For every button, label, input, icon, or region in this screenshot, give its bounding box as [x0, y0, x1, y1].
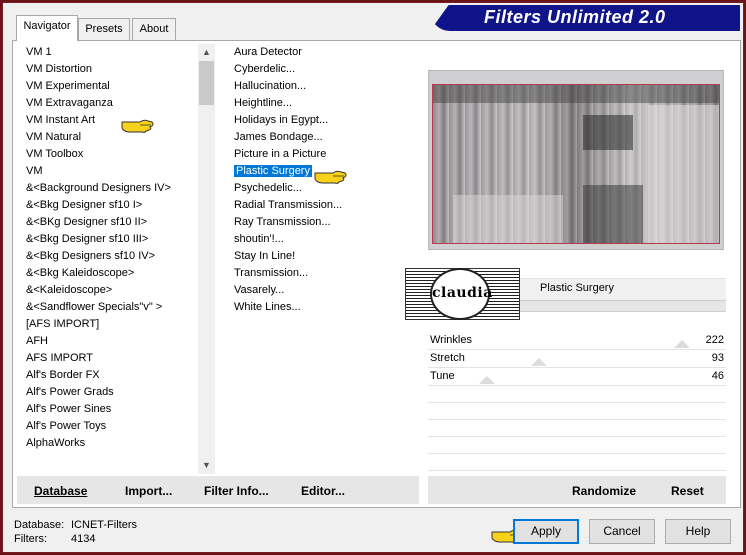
- empty-slider-row: [428, 386, 726, 403]
- filter-item[interactable]: White Lines...: [228, 299, 418, 316]
- category-item[interactable]: [AFS IMPORT]: [20, 316, 200, 333]
- tab-about[interactable]: About: [132, 18, 176, 40]
- slider-thumb[interactable]: [479, 376, 495, 384]
- pointing-hand-icon: [121, 119, 154, 133]
- filter-item[interactable]: Vasarely...: [228, 282, 418, 299]
- database-label: Database:: [14, 519, 65, 531]
- slider-value: 46: [711, 370, 724, 382]
- database-value: ICNET-Filters: [71, 519, 137, 531]
- slider-label: Stretch: [430, 352, 465, 364]
- category-item[interactable]: &<Bkg Designer sf10 I>: [20, 197, 200, 214]
- apply-button[interactable]: Apply: [513, 519, 579, 544]
- empty-slider-row: [428, 437, 726, 454]
- filter-item-label: Holidays in Egypt...: [234, 114, 329, 126]
- category-item[interactable]: VM Toolbox: [20, 146, 200, 163]
- category-item[interactable]: &<Background Designers IV>: [20, 180, 200, 197]
- category-item[interactable]: VM 1: [20, 44, 200, 61]
- scroll-up-icon[interactable]: ▲: [198, 44, 215, 61]
- category-item[interactable]: VM: [20, 163, 200, 180]
- filter-item-label: Vasarely...: [234, 284, 285, 296]
- slider-wrinkles[interactable]: Wrinkles 222: [428, 332, 726, 350]
- slider-value: 93: [711, 352, 724, 364]
- slider-thumb[interactable]: [674, 340, 690, 348]
- filter-item[interactable]: James Bondage...: [228, 129, 418, 146]
- empty-slider-row: [428, 403, 726, 420]
- filter-item-label: Aura Detector: [234, 46, 302, 58]
- filters-label: Filters:: [14, 533, 47, 545]
- filter-item-label: White Lines...: [234, 301, 301, 313]
- filter-item[interactable]: Cyberdelic...: [228, 61, 418, 78]
- filter-item[interactable]: Stay In Line!: [228, 248, 418, 265]
- reset-button[interactable]: Reset: [671, 484, 704, 498]
- randomize-button[interactable]: Randomize: [572, 484, 636, 498]
- import-button[interactable]: Import...: [125, 484, 172, 498]
- filter-item[interactable]: Transmission...: [228, 265, 418, 282]
- filter-item-label: Radial Transmission...: [234, 199, 343, 211]
- filter-item[interactable]: Picture in a Picture: [228, 146, 418, 163]
- watermark-text: claudia: [432, 285, 493, 301]
- filter-item-label: James Bondage...: [234, 131, 323, 143]
- window-title: Filters Unlimited 2.0: [484, 7, 666, 27]
- category-item[interactable]: VM Instant Art: [20, 112, 200, 129]
- editor-button[interactable]: Editor...: [301, 484, 345, 498]
- category-item[interactable]: AFH: [20, 333, 200, 350]
- category-item[interactable]: AFS IMPORT: [20, 350, 200, 367]
- category-item[interactable]: &<Sandflower Specials"v" >: [20, 299, 200, 316]
- category-item[interactable]: &<Bkg Designers sf10 IV>: [20, 248, 200, 265]
- filter-item[interactable]: Holidays in Egypt...: [228, 112, 418, 129]
- category-item[interactable]: Alf's Power Sines: [20, 401, 200, 418]
- filter-info-button[interactable]: Filter Info...: [204, 484, 269, 498]
- database-button[interactable]: Database: [34, 484, 87, 498]
- cancel-button[interactable]: Cancel: [589, 519, 655, 544]
- category-list[interactable]: VM 1 VM Distortion VM Experimental VM Extra…: [20, 44, 200, 474]
- filter-item-label: Plastic Surgery: [234, 165, 312, 177]
- slider-tune[interactable]: Tune 46: [428, 368, 726, 386]
- filter-item-label: Cyberdelic...: [234, 63, 296, 75]
- slider-value: 222: [705, 334, 724, 346]
- filter-item[interactable]: Heightline...: [228, 95, 418, 112]
- filter-item-label: Hallucination...: [234, 80, 307, 92]
- filter-item-label: Heightline...: [234, 97, 293, 109]
- tab-presets[interactable]: Presets: [78, 18, 130, 40]
- slider-label: Tune: [430, 370, 455, 382]
- slider-stretch[interactable]: Stretch 93: [428, 350, 726, 368]
- category-item[interactable]: Alf's Power Toys: [20, 418, 200, 435]
- filters-count: 4134: [71, 533, 96, 545]
- preview-image: [432, 84, 720, 244]
- category-item[interactable]: VM Natural: [20, 129, 200, 146]
- category-scrollbar[interactable]: ▲ ▼: [198, 44, 215, 474]
- filter-item[interactable]: Hallucination...: [228, 78, 418, 95]
- category-item[interactable]: &<Bkg Kaleidoscope>: [20, 265, 200, 282]
- filter-item-label: shoutin'!...: [234, 233, 284, 245]
- scrollbar-thumb[interactable]: [199, 61, 214, 105]
- tab-navigator[interactable]: Navigator: [16, 15, 78, 41]
- category-item[interactable]: VM Extravaganza: [20, 95, 200, 112]
- filter-item-label: Psychedelic...: [234, 182, 302, 194]
- filter-item-label: Stay In Line!: [234, 250, 296, 262]
- category-item[interactable]: VM Experimental: [20, 78, 200, 95]
- category-item[interactable]: VM Distortion: [20, 61, 200, 78]
- category-item[interactable]: AlphaWorks: [20, 435, 200, 452]
- filter-item[interactable]: shoutin'!...: [228, 231, 418, 248]
- filter-item-label: Picture in a Picture: [234, 148, 327, 160]
- filter-item[interactable]: Ray Transmission...: [228, 214, 418, 231]
- category-item[interactable]: Alf's Border FX: [20, 367, 200, 384]
- pointing-hand-icon: [314, 170, 347, 184]
- filter-list[interactable]: Aura Detector Cyberdelic... Hallucination.…: [228, 44, 418, 344]
- help-button[interactable]: Help: [665, 519, 731, 544]
- filter-item-label: Ray Transmission...: [234, 216, 331, 228]
- filter-item[interactable]: Aura Detector: [228, 44, 418, 61]
- category-item[interactable]: &<BKg Designer sf10 II>: [20, 214, 200, 231]
- empty-slider-row: [428, 454, 726, 471]
- empty-slider-row: [428, 420, 726, 437]
- filter-item-label: Transmission...: [234, 267, 309, 279]
- slider-label: Wrinkles: [430, 334, 472, 346]
- slider-thumb[interactable]: [531, 358, 547, 366]
- scroll-down-icon[interactable]: ▼: [198, 457, 215, 474]
- category-item[interactable]: &<Bkg Designer sf10 III>: [20, 231, 200, 248]
- category-item[interactable]: &<Kaleidoscope>: [20, 282, 200, 299]
- filter-item[interactable]: Radial Transmission...: [228, 197, 418, 214]
- category-item[interactable]: Alf's Power Grads: [20, 384, 200, 401]
